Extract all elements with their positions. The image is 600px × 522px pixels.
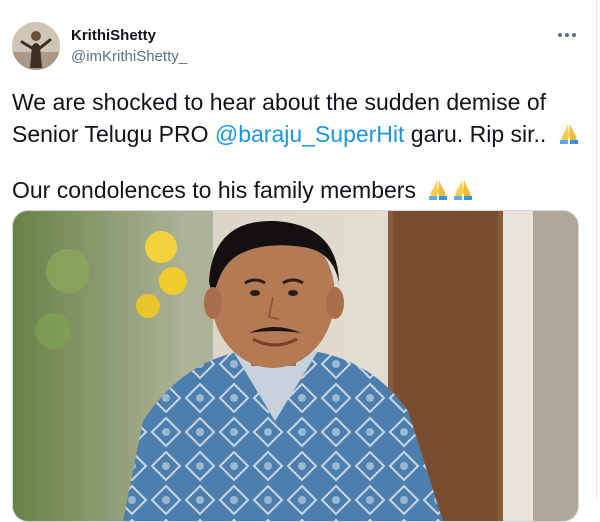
tweet-body: We are shocked to hear about the sudden … bbox=[12, 86, 587, 206]
more-horizontal-icon bbox=[558, 33, 576, 37]
tweet-photo[interactable] bbox=[12, 210, 579, 522]
author-handle[interactable]: @imKrithiShetty_ bbox=[71, 48, 187, 65]
avatar-image bbox=[12, 22, 60, 70]
more-options-button[interactable] bbox=[552, 24, 582, 46]
folded-hands-icon bbox=[454, 180, 473, 200]
tweet-text-part: Our condolences to his family members bbox=[12, 177, 416, 203]
folded-hands-icon bbox=[559, 124, 578, 144]
portrait-photo bbox=[13, 211, 578, 521]
tweet-card: KrithiShetty @imKrithiShetty_ We are sho… bbox=[0, 0, 596, 522]
avatar[interactable] bbox=[12, 22, 60, 70]
folded-hands-icon bbox=[429, 180, 448, 200]
mention-link[interactable]: @baraju_SuperHit bbox=[215, 121, 405, 147]
tweet-text-part: garu. Rip sir.. bbox=[404, 121, 547, 147]
timeline-border bbox=[596, 0, 597, 500]
tweet-text-line-1: We are shocked to hear about the sudden … bbox=[12, 86, 587, 150]
author-display-name[interactable]: KrithiShetty bbox=[71, 27, 156, 44]
tweet-text-line-2: Our condolences to his family members bbox=[12, 174, 587, 206]
